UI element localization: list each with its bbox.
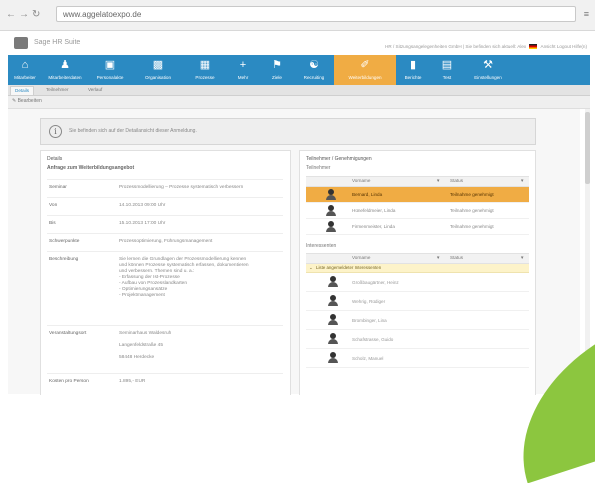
avatar (328, 295, 338, 306)
training-icon: ✐ (360, 59, 370, 71)
avatar (328, 276, 338, 287)
col-vorname[interactable]: Vorname (352, 178, 370, 183)
action-toolbar: ✎ Bearbeiten (8, 96, 590, 109)
nav-ziele[interactable]: ⚑ Ziele (260, 55, 294, 85)
col-status[interactable]: Status (450, 178, 463, 183)
nav-berichte[interactable]: ▮ Berichte (396, 55, 430, 85)
nav-recruiting[interactable]: ☯ Recruiting (294, 55, 334, 85)
app-logo (14, 37, 28, 49)
details-panel: Details Anfrage zum Weiterbildungsangebo… (40, 150, 291, 395)
app-title: Sage HR Suite (34, 39, 81, 46)
people-icon: ☯ (309, 59, 319, 71)
chart-icon: ▮ (409, 59, 417, 71)
list-item[interactable]: Großbaugärtner, Heinz (306, 273, 529, 292)
avatar (328, 333, 338, 344)
info-icon: i (49, 125, 62, 138)
nav-test[interactable]: ▤ Test (430, 55, 464, 85)
nav-mehr[interactable]: + Mehr (226, 55, 260, 85)
flag-icon: ⚑ (272, 59, 282, 71)
table-row[interactable]: Firmenmeister, Linda Teilnahme genehmigt (306, 219, 529, 235)
reload-icon[interactable]: ↻ (32, 9, 40, 20)
user-links[interactable]: Ansicht Logout Hilfe(n) (541, 44, 587, 49)
german-flag-icon[interactable] (529, 44, 538, 50)
user-info: HR / Sitzungsangelegenheiten GmbH | Sie … (385, 44, 527, 49)
table-row[interactable]: Bernard, Linda Teilnahme genehmigt (306, 187, 529, 203)
wrench-icon: ⚒ (483, 59, 493, 71)
tab-details[interactable]: Details (10, 86, 35, 95)
sort-down-icon[interactable]: ▼ (520, 255, 524, 260)
edit-label: Bearbeiten (17, 98, 42, 104)
book-icon: ▤ (441, 59, 453, 71)
field-row-beschreibung: Beschreibung Sie lernen die Grundlagen d… (47, 251, 283, 326)
address-bar[interactable]: www.aggelatoexpo.de (56, 6, 576, 22)
approvals-table-header: Vorname ▼ Status ▼ (306, 176, 529, 187)
app-header: Sage HR Suite HR / Sitzungsangelegenheit… (0, 31, 595, 55)
group-row[interactable]: ⌄ Liste angemeldeter Interessenten (306, 264, 529, 273)
table-row[interactable]: Hünefeldmeier, Linda Teilnahme genehmigt (306, 203, 529, 219)
sub-tabs: Details Teilnehmer Verlauf (8, 85, 590, 96)
field-row-kosten: Kosten pro Person 1.895,- EUR (47, 373, 283, 392)
details-title: Details (47, 156, 63, 162)
scrollbar-thumb[interactable] (585, 112, 590, 184)
chevron-down-icon: ⌄ (309, 265, 313, 270)
nav-einstellungen[interactable]: ⚒ Einstellungen (464, 55, 512, 85)
home-icon: ⌂ (21, 59, 29, 71)
nav-prozesse[interactable]: ▦ Prozesse (184, 55, 226, 85)
candidates-table-header: Vorname ▼ Status ▼ (306, 253, 529, 264)
col-status[interactable]: Status (450, 255, 463, 260)
field-row-veranstaltungsort: Veranstaltungsort Seminarhaus Waldesruh … (47, 325, 283, 374)
nav-mitarbeiter[interactable]: ⌂ Mitarbeiter (8, 55, 42, 85)
list-item[interactable]: Brombinger, Lina (306, 311, 529, 330)
menu-icon[interactable]: ≡ (584, 9, 589, 19)
approvals-title: Teilnehmer / Genehmigungen (306, 156, 372, 162)
back-arrow-icon[interactable]: ← (6, 9, 16, 20)
field-row-bis: Bis 15.10.2013 17:00 Uhr (47, 215, 283, 234)
field-row-schwerpunkte: Schwerpunkte Prozessoptimierung, Führung… (47, 233, 283, 252)
field-row-seminar: Seminar Prozessmodellierung – Prozesse s… (47, 179, 283, 198)
main-nav: ⌂ Mitarbeiter ♟ Mitarbeiterdaten ▣ Perso… (8, 55, 590, 85)
person-icon: ♟ (60, 59, 70, 71)
info-box: i Sie befinden sich auf der Detailansich… (40, 118, 536, 145)
info-text: Sie befinden sich auf der Detailansicht … (69, 128, 197, 134)
nav-personalakte[interactable]: ▣ Personalakte (88, 55, 132, 85)
field-row-von: Von 14.10.2013 09:00 Uhr (47, 197, 283, 216)
tab-teilnehmer[interactable]: Teilnehmer (42, 86, 72, 94)
avatar (326, 189, 336, 200)
details-subtitle: Anfrage zum Weiterbildungsangebot (47, 165, 135, 171)
plus-icon: + (239, 59, 247, 71)
nav-weiterbildungen[interactable]: ✐ Weiterbildungen (334, 55, 396, 85)
document-icon: ▣ (104, 59, 116, 71)
avatar (328, 314, 338, 325)
user-bar: HR / Sitzungsangelegenheiten GmbH | Sie … (385, 44, 587, 50)
org-icon: ▩ (152, 59, 164, 71)
browser-toolbar: ← → ↻ www.aggelatoexpo.de ≡ (0, 0, 595, 31)
nav-mitarbeiterdaten[interactable]: ♟ Mitarbeiterdaten (42, 55, 88, 85)
forward-arrow-icon[interactable]: → (19, 9, 29, 20)
avatar (328, 352, 338, 363)
edit-button[interactable]: ✎ Bearbeiten (12, 98, 42, 104)
avatar (326, 221, 336, 232)
list-item[interactable]: Schafstrasse, Guido (306, 330, 529, 349)
sort-down-icon[interactable]: ▼ (436, 255, 440, 260)
sort-down-icon[interactable]: ▼ (520, 178, 524, 183)
nav-organisation[interactable]: ▩ Organisation (132, 55, 184, 85)
sort-down-icon[interactable]: ▼ (436, 178, 440, 183)
avatar (326, 205, 336, 216)
list-item[interactable]: Scholz, Manuel (306, 349, 529, 368)
approvals-subtitle: Teilnehmer (306, 165, 331, 171)
calendar-icon: ▦ (199, 59, 211, 71)
tab-verlauf[interactable]: Verlauf (84, 86, 106, 94)
col-vorname[interactable]: Vorname (352, 255, 370, 260)
list-item[interactable]: Wehrig, Rüdiger (306, 292, 529, 311)
candidates-subtitle: Interessenten (306, 243, 337, 249)
approvals-panel: Teilnehmer / Genehmigungen Teilnehmer Vo… (299, 150, 536, 395)
